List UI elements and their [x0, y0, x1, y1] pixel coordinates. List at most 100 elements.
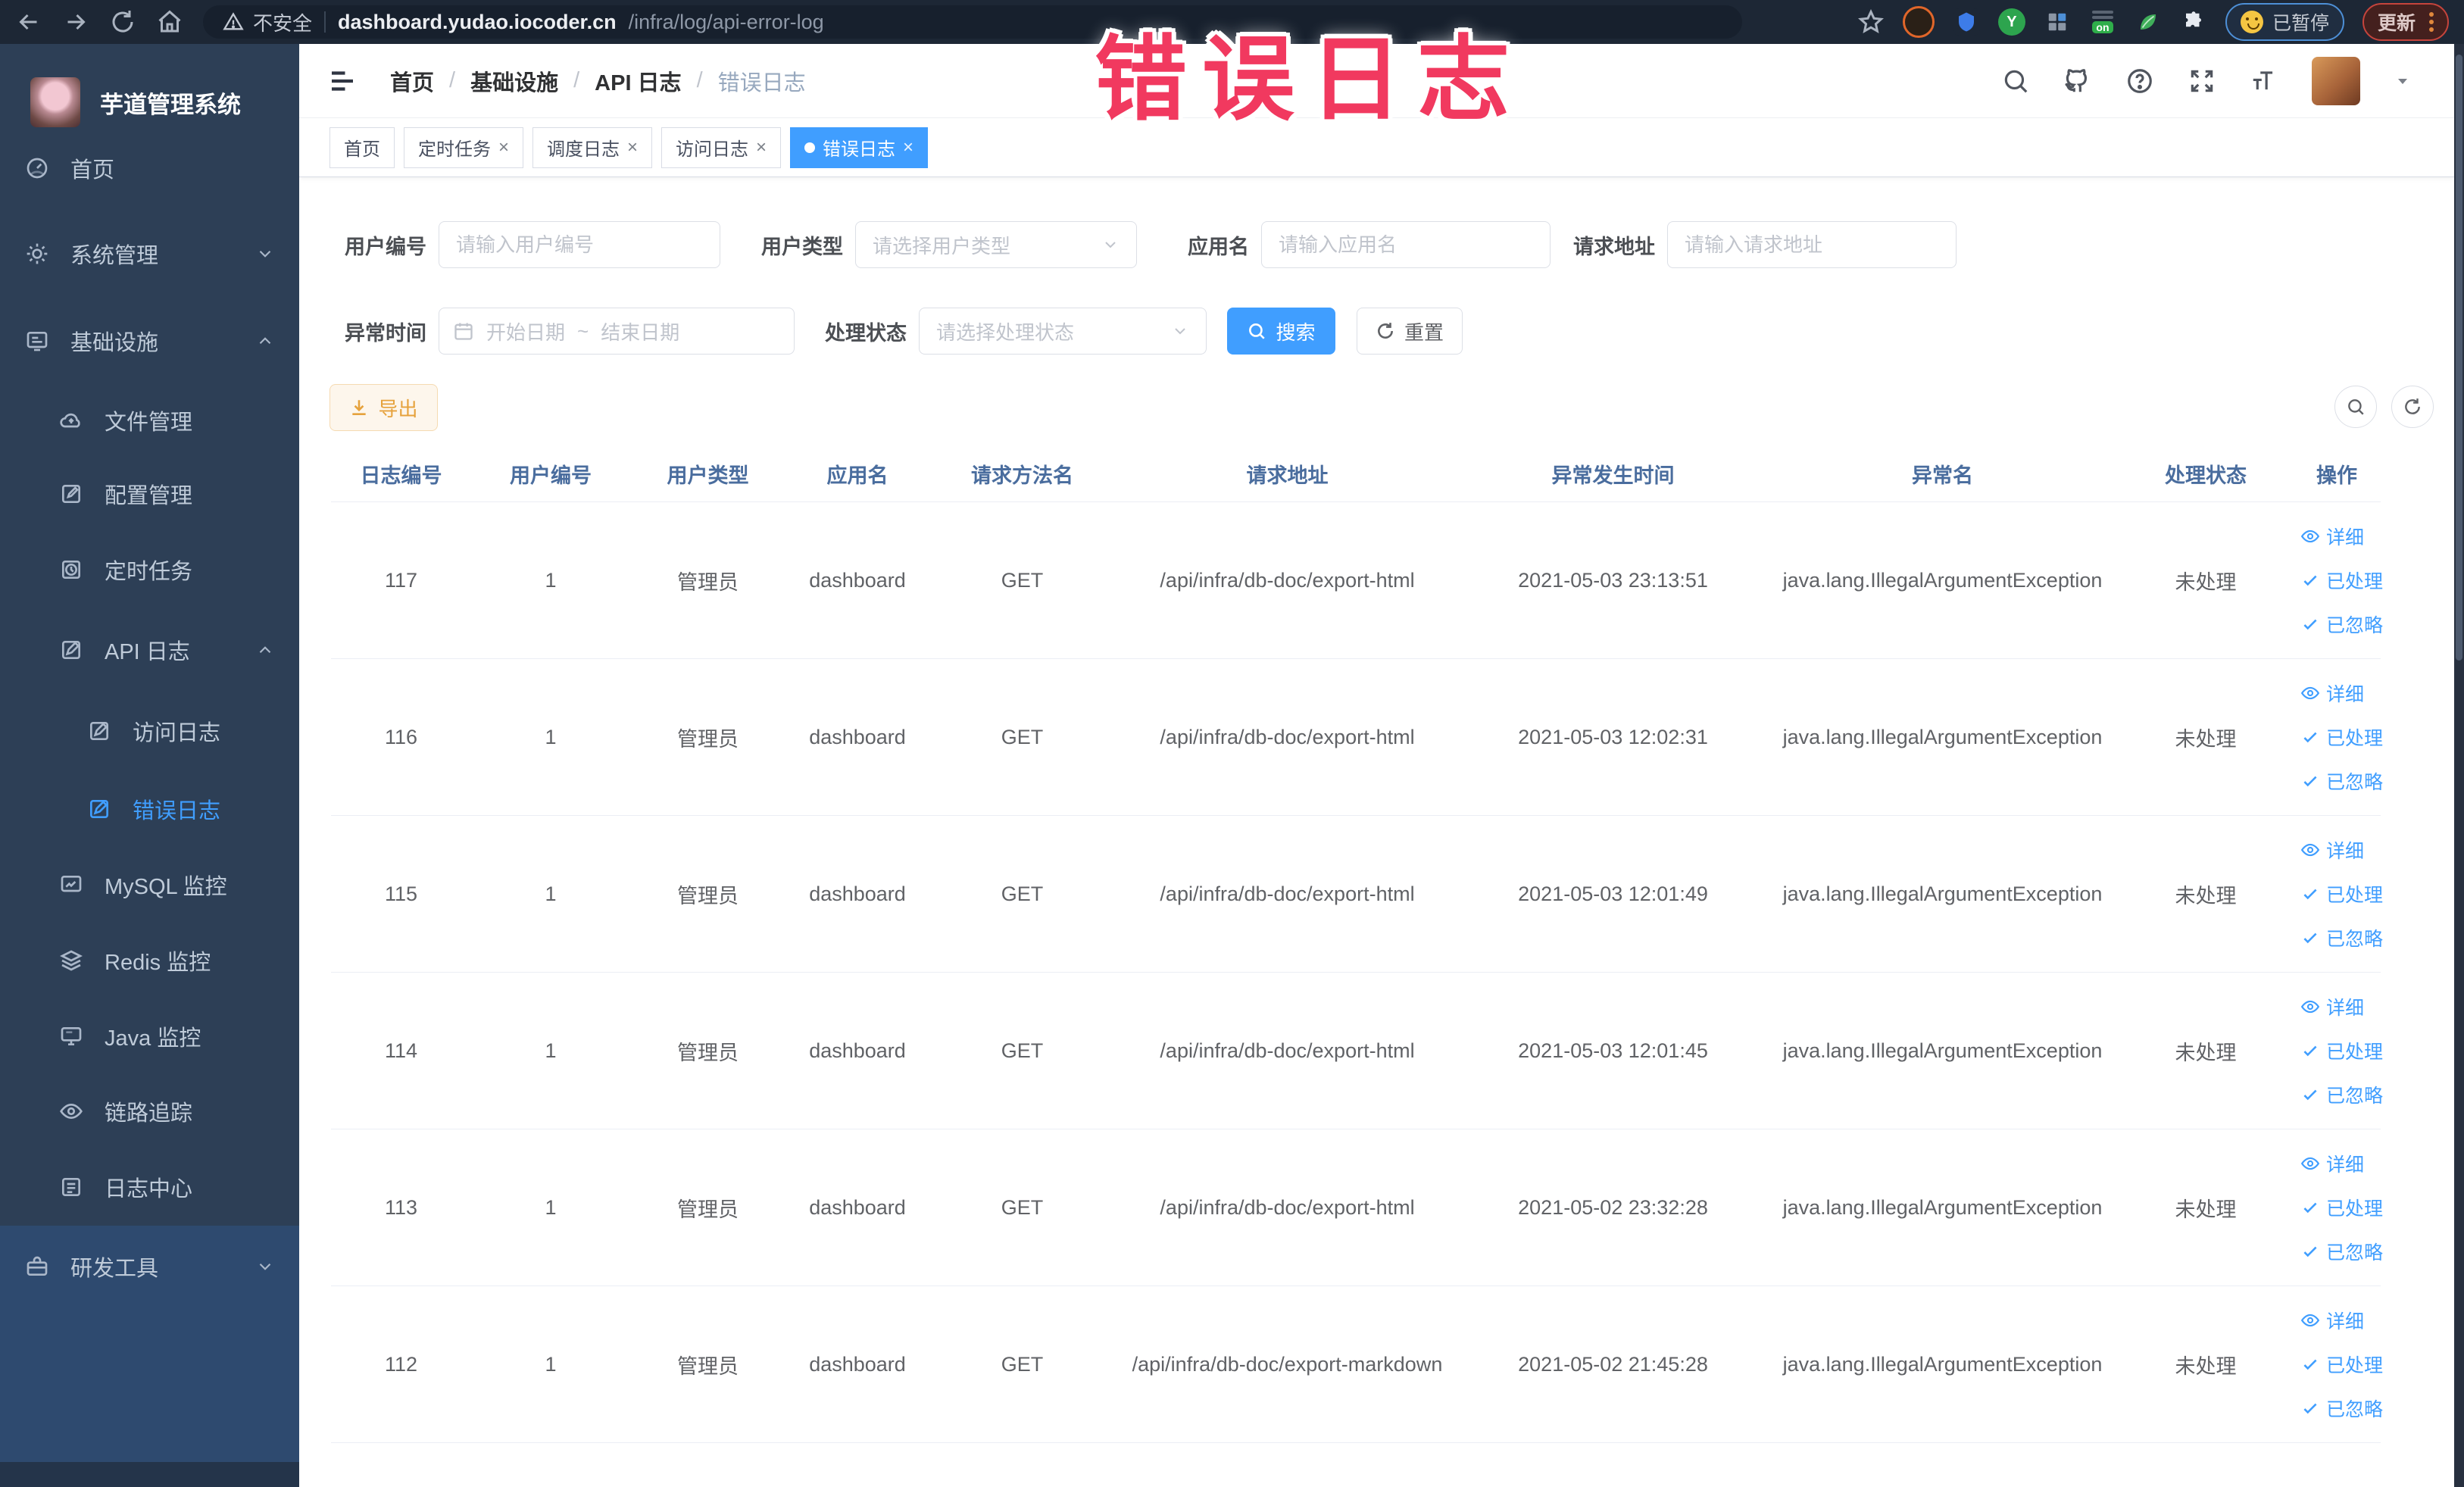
app-name-input[interactable] — [1261, 221, 1551, 268]
mark-processed-link[interactable]: 已处理 — [2300, 723, 2383, 751]
sidebar-item-scheduled-jobs[interactable]: 定时任务 — [0, 532, 299, 608]
breadcrumb-home[interactable]: 首页 — [390, 65, 434, 97]
user-id-input[interactable] — [439, 221, 720, 268]
sidebar-item-label: MySQL 监控 — [105, 875, 227, 899]
detail-link[interactable]: 详细 — [2300, 679, 2364, 707]
search-icon[interactable] — [2001, 67, 2030, 95]
search-button[interactable]: 搜索 — [1227, 308, 1335, 355]
sidebar-item-config-mgmt[interactable]: 配置管理 — [0, 456, 299, 532]
check-icon — [2303, 1246, 2317, 1257]
mark-processed-link[interactable]: 已处理 — [2300, 1194, 2383, 1221]
site-security[interactable]: 不安全 — [223, 8, 312, 36]
extensions-puzzle-icon[interactable] — [2180, 8, 2207, 36]
mark-processed-link[interactable]: 已处理 — [2300, 1351, 2383, 1378]
close-icon[interactable]: × — [756, 138, 767, 157]
table-row: 115 1 管理员 dashboard GET /api/infra/db-do… — [331, 816, 2383, 973]
sidebar-item-error-log[interactable]: 错误日志 — [0, 771, 299, 847]
sidebar-item-home[interactable]: 首页 — [0, 130, 299, 206]
tab-error-log[interactable]: 错误日志 × — [790, 127, 929, 168]
paused-label: 已暂停 — [2272, 13, 2329, 34]
detail-link[interactable]: 详细 — [2300, 1307, 2364, 1334]
help-icon[interactable] — [2125, 67, 2154, 95]
sidebar-item-access-log[interactable]: 访问日志 — [0, 693, 299, 769]
sidebar-item-file-mgmt[interactable]: 文件管理 — [0, 383, 299, 458]
close-icon[interactable]: × — [903, 138, 913, 157]
detail-link[interactable]: 详细 — [2300, 523, 2364, 550]
sidebar-item-dev-tools[interactable]: 研发工具 — [0, 1229, 299, 1304]
export-button-label: 导出 — [378, 397, 418, 420]
exception-time-range-picker[interactable]: 开始日期 ~ 结束日期 — [439, 308, 795, 355]
sidebar-item-label: 文件管理 — [105, 411, 193, 435]
col-method: 请求方法名 — [971, 464, 1073, 487]
back-icon[interactable] — [15, 8, 42, 36]
mark-ignored-link[interactable]: 已忽略 — [2300, 611, 2383, 638]
mark-processed-link[interactable]: 已处理 — [2300, 1037, 2383, 1064]
cell-actions: 详细 已处理 已忽略 — [2293, 523, 2383, 638]
sidebar-item-infra[interactable]: 基础设施 — [0, 303, 299, 379]
sidebar-item-log-center[interactable]: 日志中心 — [0, 1149, 299, 1225]
ext-orange-icon[interactable] — [1902, 6, 1935, 38]
col-user-id: 用户编号 — [510, 464, 592, 487]
sidebar-item-mysql-monitor[interactable]: MySQL 监控 — [0, 847, 299, 923]
github-icon[interactable] — [2063, 67, 2092, 95]
page-scrollbar[interactable] — [2454, 44, 2464, 1487]
security-label: 不安全 — [253, 11, 313, 35]
detail-link[interactable]: 详细 — [2300, 993, 2364, 1020]
paused-pill[interactable]: 已暂停 — [2225, 3, 2344, 41]
sidebar-item-label: 基础设施 — [70, 331, 159, 355]
mark-ignored-link[interactable]: 已忽略 — [2300, 1238, 2383, 1265]
reload-icon[interactable] — [109, 8, 136, 36]
process-status-select[interactable]: 请选择处理状态 — [919, 308, 1207, 355]
request-url-label: 请求地址 — [1573, 235, 1655, 258]
breadcrumb-api-log[interactable]: API 日志 — [595, 65, 681, 97]
caret-down-icon[interactable] — [2394, 72, 2412, 90]
request-url-input[interactable] — [1667, 221, 1957, 268]
ext-green-y-icon[interactable]: Y — [1997, 8, 2025, 36]
mark-ignored-link[interactable]: 已忽略 — [2300, 1395, 2383, 1422]
sidebar-item-java-monitor[interactable]: Java 监控 — [0, 998, 299, 1074]
font-size-icon[interactable] — [2250, 67, 2278, 95]
detail-link[interactable]: 详细 — [2300, 836, 2364, 864]
breadcrumb-infra[interactable]: 基础设施 — [470, 65, 558, 97]
eye-icon — [2300, 530, 2320, 543]
hamburger-icon[interactable] — [326, 65, 358, 97]
document-icon — [59, 1175, 83, 1199]
forward-icon[interactable] — [62, 8, 89, 36]
sidebar-item-label: 研发工具 — [70, 1257, 159, 1281]
cell-log-id: 112 — [384, 1352, 418, 1376]
tab-scheduled-jobs[interactable]: 定时任务 × — [404, 127, 524, 168]
cell-user-id: 1 — [545, 882, 557, 905]
sidebar-item-api-log[interactable]: API 日志 — [0, 612, 299, 688]
home-icon[interactable] — [156, 8, 183, 36]
close-icon[interactable]: × — [498, 138, 509, 157]
close-icon[interactable]: × — [627, 138, 638, 157]
ext-switch-on-icon[interactable]: on — [2089, 8, 2116, 36]
address-bar[interactable]: 不安全 dashboard.yudao.iocoder.cn /infra/lo… — [203, 5, 1742, 39]
ext-leaf-icon[interactable] — [2135, 8, 2162, 36]
mark-processed-link[interactable]: 已处理 — [2300, 880, 2383, 908]
browser-menu-dots-icon[interactable] — [2429, 12, 2434, 32]
reset-button[interactable]: 重置 — [1357, 308, 1463, 355]
fullscreen-icon[interactable] — [2188, 67, 2216, 95]
tab-access-log[interactable]: 访问日志 × — [661, 127, 782, 168]
user-avatar[interactable] — [2312, 56, 2360, 105]
bookmark-star-icon[interactable] — [1857, 8, 1885, 36]
mark-ignored-link[interactable]: 已忽略 — [2300, 767, 2383, 795]
export-button[interactable]: 导出 — [329, 384, 438, 431]
mark-processed-link[interactable]: 已处理 — [2300, 567, 2383, 594]
ext-grid-icon[interactable] — [2044, 8, 2071, 36]
update-pill[interactable]: 更新 — [2362, 3, 2449, 41]
tab-schedule-log[interactable]: 调度日志 × — [532, 127, 653, 168]
detail-link[interactable]: 详细 — [2300, 1150, 2364, 1177]
mark-ignored-link[interactable]: 已忽略 — [2300, 924, 2383, 951]
sidebar-item-system[interactable]: 系统管理 — [0, 216, 299, 292]
refresh-table-button[interactable] — [2391, 386, 2434, 428]
ext-blue-shield-icon[interactable] — [1952, 8, 1980, 36]
mark-ignored-link[interactable]: 已忽略 — [2300, 1081, 2383, 1108]
sidebar-item-trace[interactable]: 链路追踪 — [0, 1073, 299, 1149]
sidebar-item-redis-monitor[interactable]: Redis 监控 — [0, 923, 299, 998]
toggle-search-button[interactable] — [2334, 386, 2377, 428]
scrollbar-thumb[interactable] — [2456, 55, 2462, 661]
tab-home[interactable]: 首页 — [329, 127, 395, 168]
user-type-select[interactable]: 请选择用户类型 — [855, 221, 1137, 268]
